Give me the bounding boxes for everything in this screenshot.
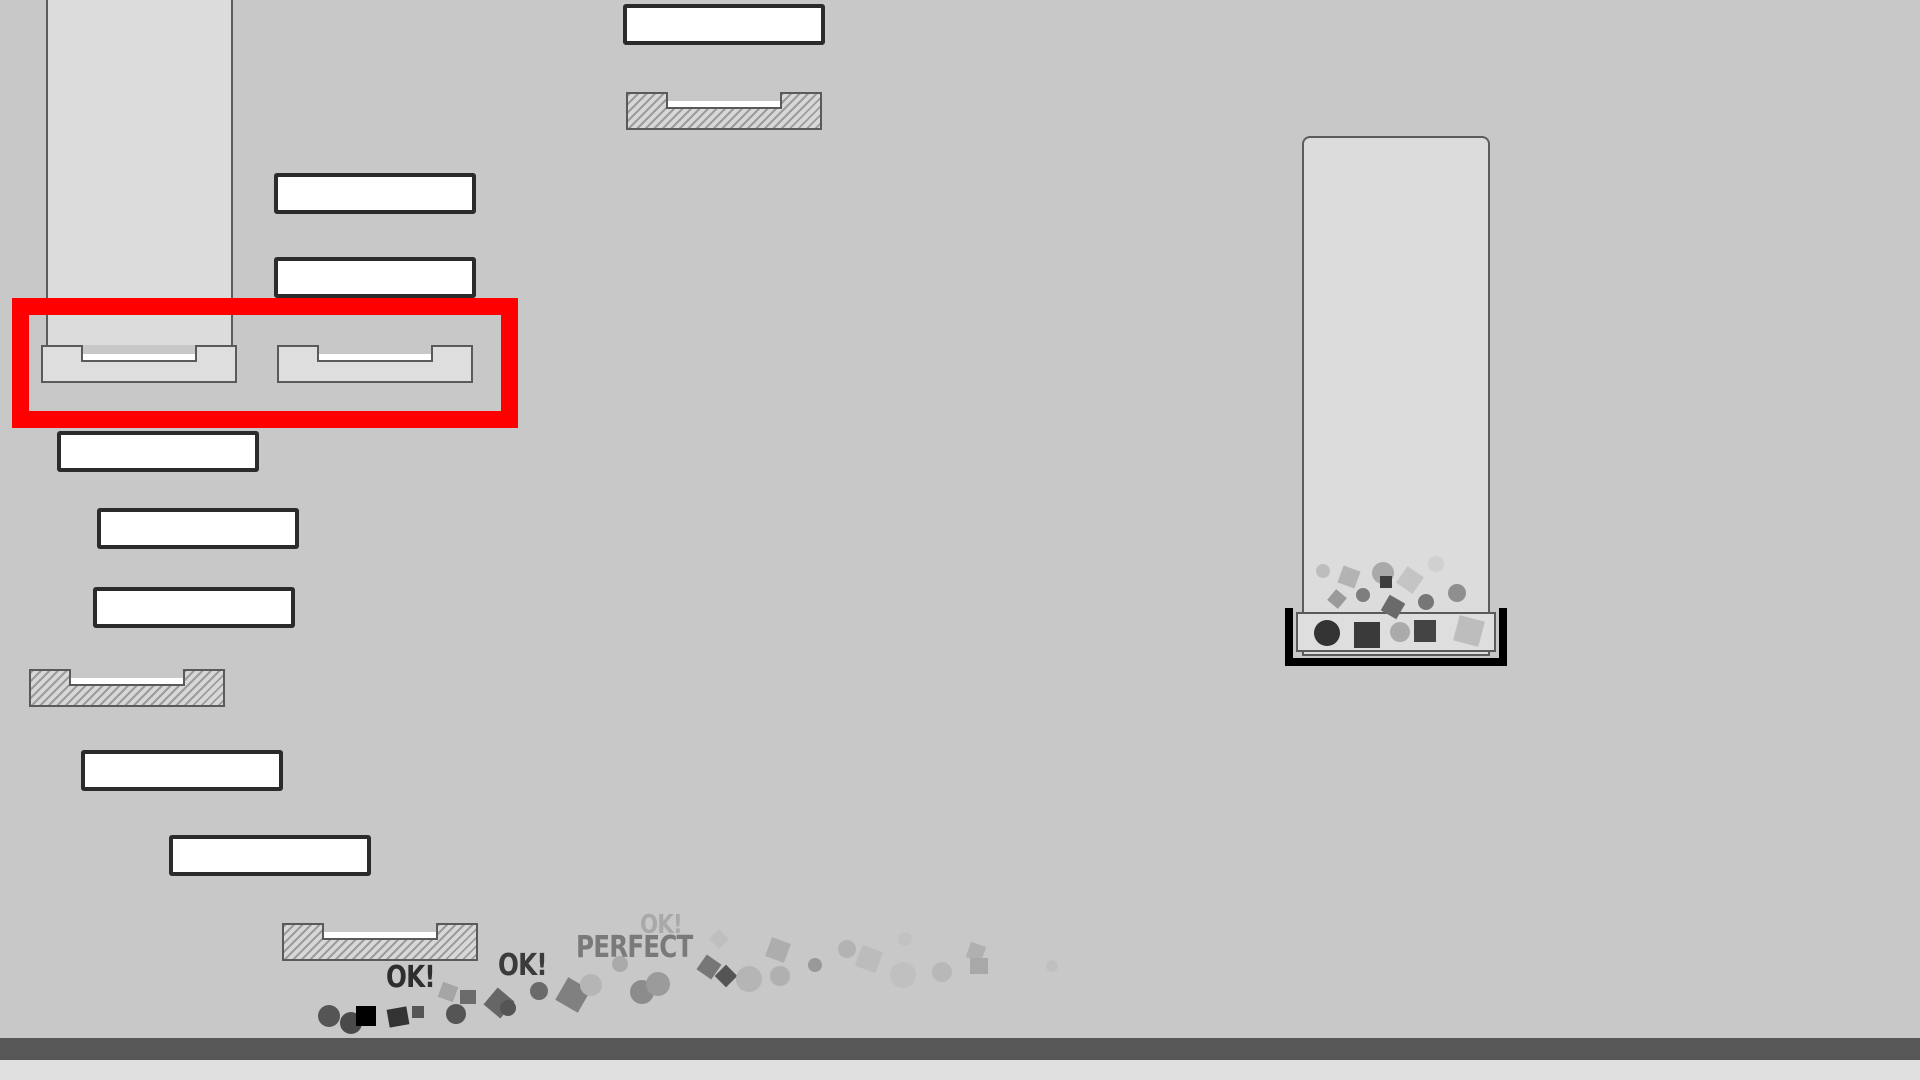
score-popup-ok: OK! — [386, 960, 436, 995]
ground — [0, 1038, 1920, 1060]
highlight-box — [12, 298, 518, 428]
hatched-catcher — [626, 92, 822, 130]
platform — [57, 431, 259, 472]
tall-column-right — [1302, 136, 1490, 656]
platform — [274, 173, 476, 214]
platform — [97, 508, 299, 549]
platform — [623, 4, 825, 45]
hatched-catcher — [29, 669, 225, 707]
platform — [93, 587, 295, 628]
score-popup-ok: OK! — [498, 948, 548, 983]
platform — [169, 835, 371, 876]
ground-base — [0, 1060, 1920, 1080]
hatched-catcher — [282, 923, 478, 961]
platform — [81, 750, 283, 791]
tall-column-left — [46, 0, 233, 348]
score-popup-ok: OK! — [640, 910, 683, 940]
platform — [274, 257, 476, 298]
